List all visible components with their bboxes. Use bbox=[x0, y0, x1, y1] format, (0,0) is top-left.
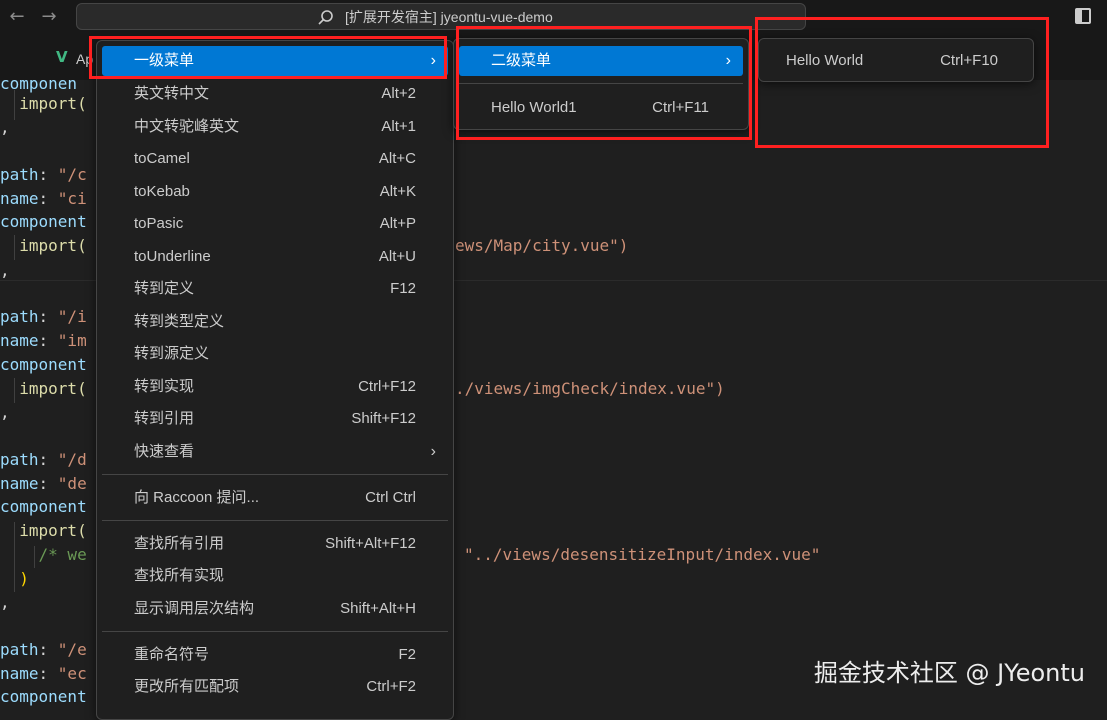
menu-item-peek[interactable]: 快速查看 › bbox=[102, 437, 448, 467]
menu-item-zh-to-camel[interactable]: 中文转驼峰英文 Alt+1 bbox=[102, 112, 448, 142]
menu-item-ask-raccoon[interactable]: 向 Raccoon 提问... Ctrl Ctrl bbox=[102, 483, 448, 513]
code-line: ews/Map/city.vue") bbox=[455, 236, 629, 255]
code-line: , bbox=[0, 593, 10, 612]
menu-item-go-to-source-definition[interactable]: 转到源定义 bbox=[102, 339, 448, 369]
code-line: name: "de bbox=[0, 474, 87, 493]
menu-separator bbox=[102, 474, 448, 475]
menu-item-tocamel[interactable]: toCamel Alt+C bbox=[102, 144, 448, 174]
code-line: ) bbox=[0, 569, 29, 588]
menu-item-tounderline[interactable]: toUnderline Alt+U bbox=[102, 242, 448, 272]
menu-item-go-to-implementation[interactable]: 转到实现 Ctrl+F12 bbox=[102, 372, 448, 402]
code-line: name: "ec bbox=[0, 664, 87, 683]
menu-separator bbox=[102, 520, 448, 521]
code-line: import( bbox=[0, 521, 87, 540]
highlight-box-level1 bbox=[89, 36, 447, 79]
code-line: component bbox=[0, 355, 87, 374]
code-line: component bbox=[0, 212, 87, 231]
code-line: path: "/e bbox=[0, 640, 87, 659]
menu-item-en-to-zh[interactable]: 英文转中文 Alt+2 bbox=[102, 79, 448, 109]
menu-separator bbox=[102, 631, 448, 632]
code-line: name: "im bbox=[0, 331, 87, 350]
search-icon bbox=[318, 10, 333, 25]
code-line: import( bbox=[0, 236, 87, 255]
code-line: ./views/imgCheck/index.vue") bbox=[455, 379, 725, 398]
code-line: , bbox=[0, 403, 10, 422]
context-menu: 一级菜单 › 英文转中文 Alt+2 中文转驼峰英文 Alt+1 toCamel Al… bbox=[96, 40, 454, 720]
highlight-box-level3 bbox=[755, 17, 1049, 148]
menu-item-go-to-type-definition[interactable]: 转到类型定义 bbox=[102, 307, 448, 337]
menu-item-topasic[interactable]: toPasic Alt+P bbox=[102, 209, 448, 239]
code-line: import( bbox=[0, 94, 87, 113]
menu-item-find-all-references[interactable]: 查找所有引用 Shift+Alt+F12 bbox=[102, 529, 448, 559]
code-line: component bbox=[0, 497, 87, 516]
toggle-panel-icon[interactable] bbox=[1075, 8, 1091, 24]
code-line: , bbox=[0, 261, 10, 280]
chevron-right-icon: › bbox=[430, 443, 436, 460]
menu-item-go-to-definition[interactable]: 转到定义 F12 bbox=[102, 274, 448, 304]
code-line: path: "/d bbox=[0, 450, 87, 469]
code-line: componen bbox=[0, 74, 78, 93]
menu-item-tokebab[interactable]: toKebab Alt+K bbox=[102, 177, 448, 207]
code-line: component bbox=[0, 687, 87, 706]
code-line: "../views/desensitizeInput/index.vue" bbox=[464, 545, 821, 564]
arrow-left-icon[interactable]: ← bbox=[6, 6, 28, 28]
highlight-box-level2 bbox=[456, 26, 752, 140]
code-line: path: "/i bbox=[0, 307, 87, 326]
menu-item-go-to-references[interactable]: 转到引用 Shift+F12 bbox=[102, 404, 448, 434]
watermark: 掘金技术社区 @ JYeontu bbox=[813, 659, 1085, 687]
menu-item-change-all-occurrences[interactable]: 更改所有匹配项 Ctrl+F2 bbox=[102, 672, 448, 702]
vue-file-icon: V bbox=[56, 48, 68, 66]
code-line: import( bbox=[0, 379, 87, 398]
menu-item-show-call-hierarchy[interactable]: 显示调用层次结构 Shift+Alt+H bbox=[102, 594, 448, 624]
arrow-right-icon[interactable]: → bbox=[38, 6, 60, 28]
code-line: path: "/c bbox=[0, 165, 87, 184]
code-line: name: "ci bbox=[0, 189, 87, 208]
menu-item-rename-symbol[interactable]: 重命名符号 F2 bbox=[102, 640, 448, 670]
menu-item-find-all-implementations[interactable]: 查找所有实现 bbox=[102, 561, 448, 591]
code-line: /* we bbox=[0, 545, 87, 564]
code-line: , bbox=[0, 118, 10, 137]
